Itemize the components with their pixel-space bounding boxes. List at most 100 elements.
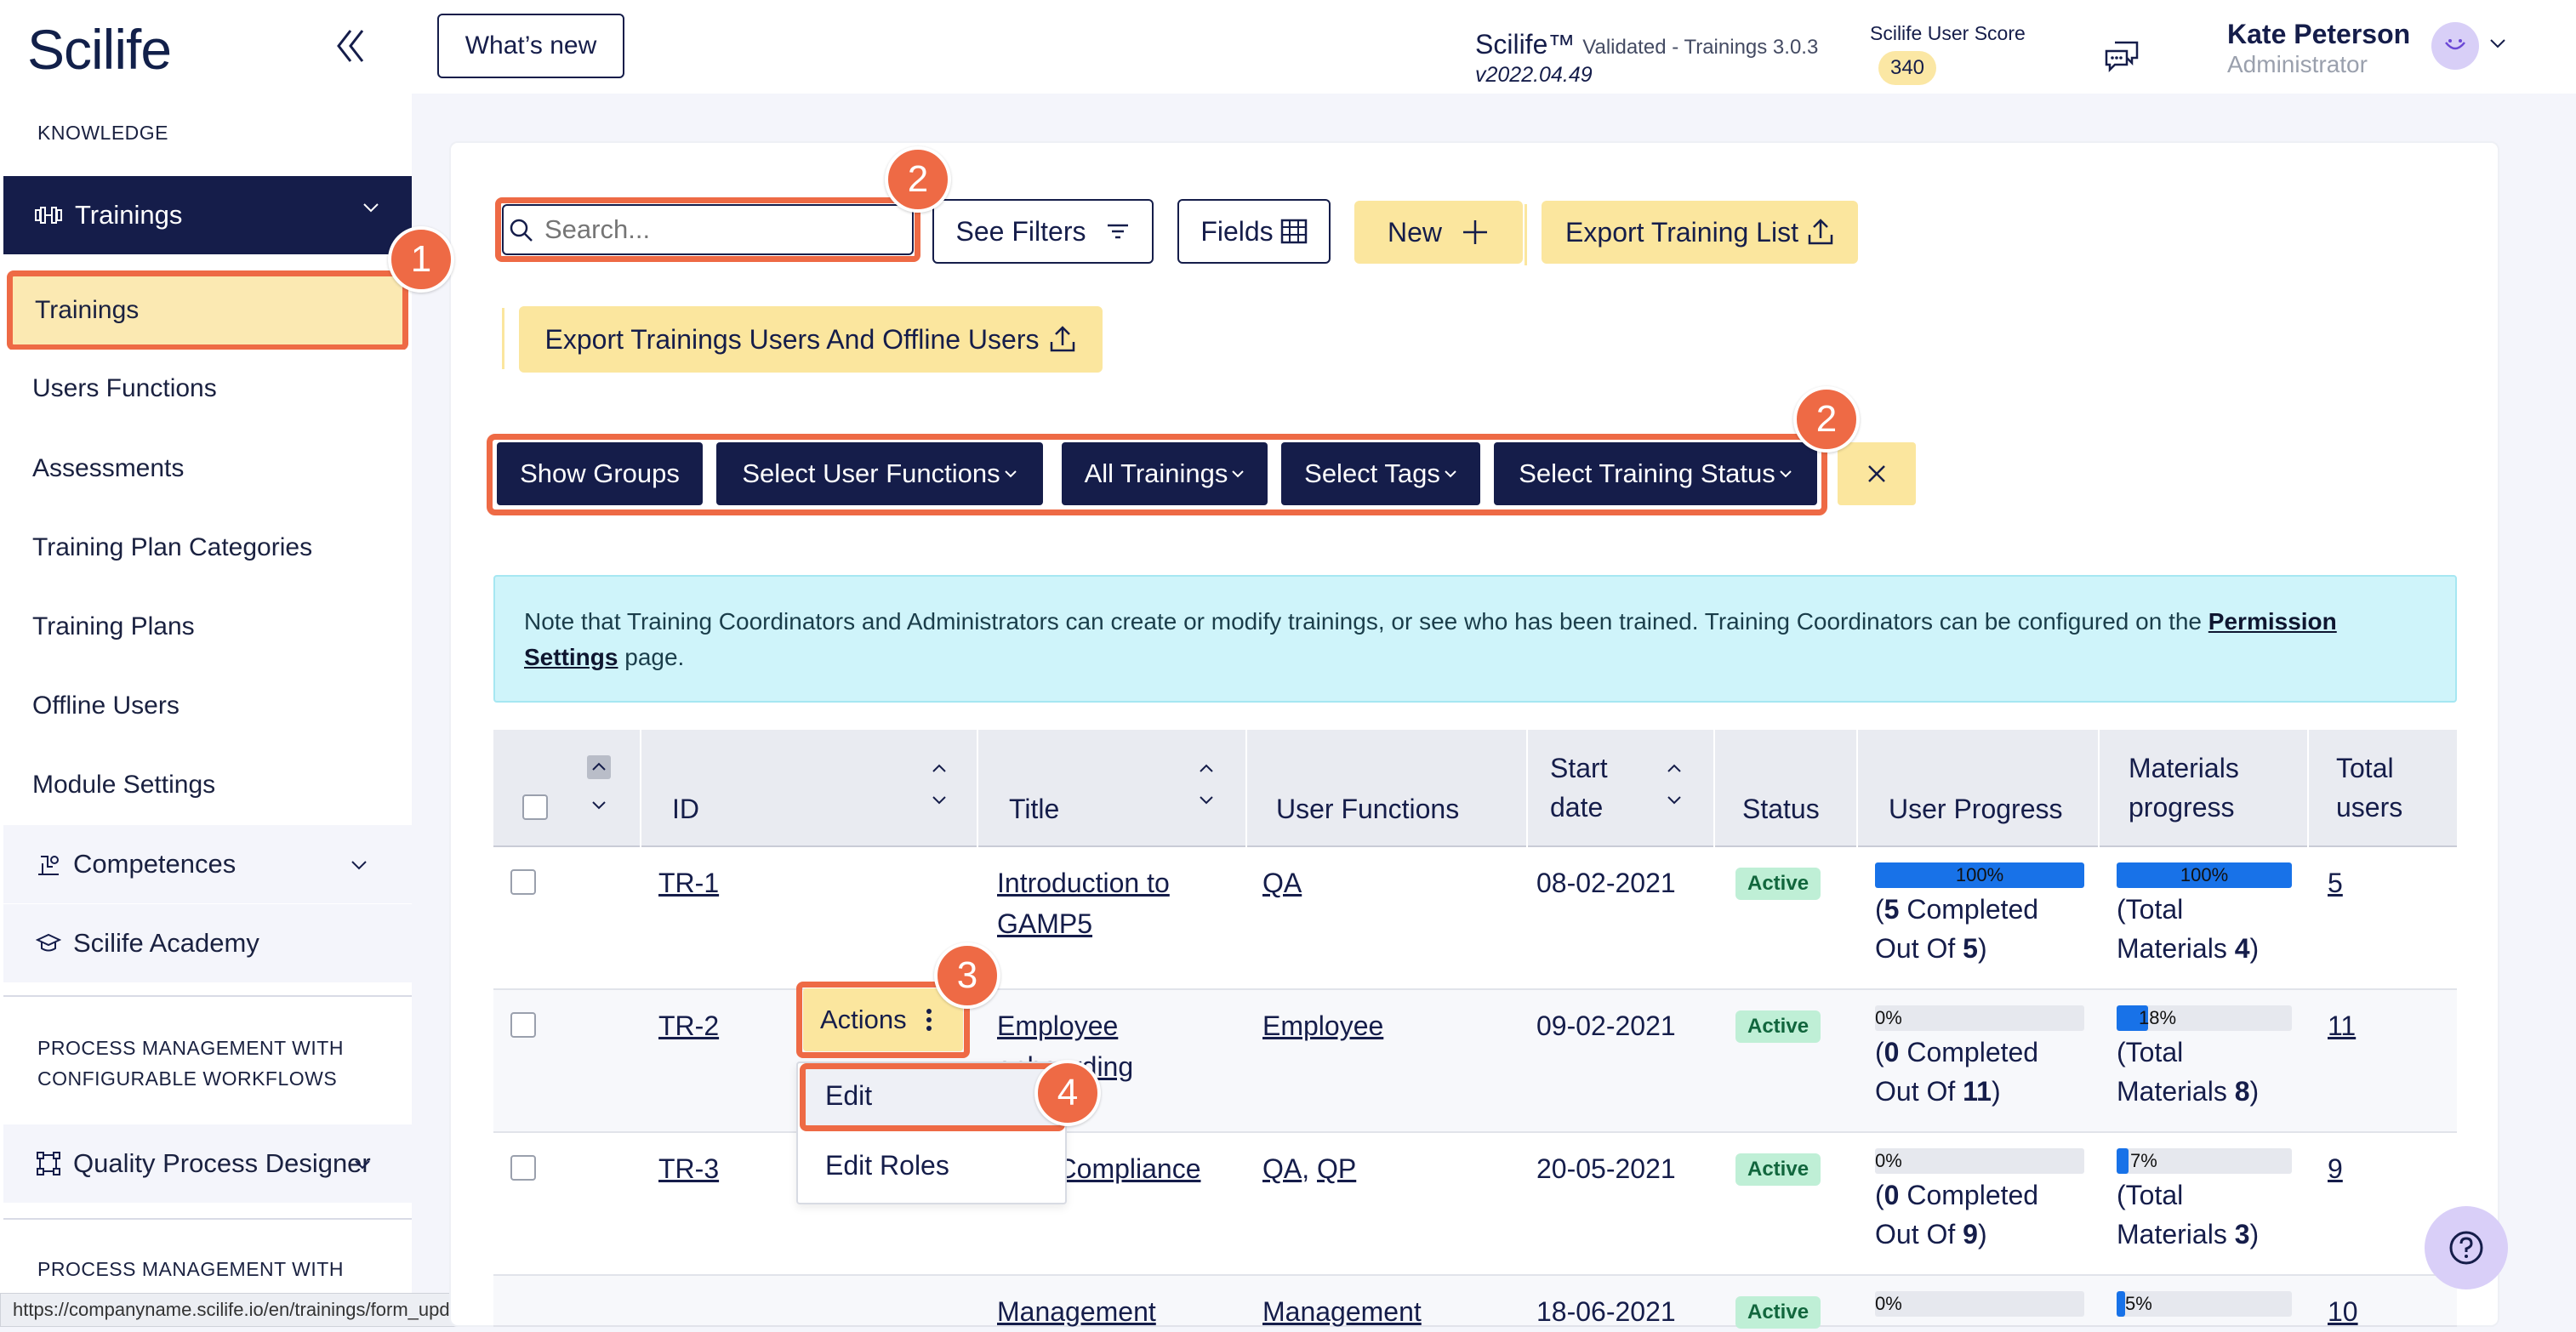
user-progress-bar: 0% xyxy=(1875,1148,2084,1174)
progress-line: (0 Completed xyxy=(1875,1180,2039,1210)
training-title-link[interactable]: Introduction to GAMP5 xyxy=(997,862,1170,944)
help-button[interactable] xyxy=(2425,1206,2508,1289)
sidebar-item-training-plans[interactable]: Training Plans xyxy=(3,588,412,666)
sidebar-item-users-functions[interactable]: Users Functions xyxy=(3,350,412,428)
select-user-functions-dropdown[interactable]: Select User Functions xyxy=(716,442,1043,505)
column-header-status[interactable]: Status xyxy=(1742,789,1820,828)
user-function-link[interactable]: QA xyxy=(1262,862,1302,903)
materials-word: Materials xyxy=(2117,933,2227,964)
select-tags-dropdown[interactable]: Select Tags xyxy=(1281,442,1480,505)
whats-new-button[interactable]: What’s new xyxy=(437,14,624,78)
fields-button[interactable]: Fields xyxy=(1177,199,1331,264)
edit-menu-item[interactable]: Edit xyxy=(825,1080,872,1112)
select-all-checkbox[interactable] xyxy=(522,794,548,820)
column-header-start-date[interactable]: Start date xyxy=(1550,749,1608,827)
chat-icon[interactable] xyxy=(2103,39,2140,77)
row-checkbox[interactable] xyxy=(510,1012,536,1038)
sort-up-icon[interactable] xyxy=(1198,762,1215,774)
sidebar-group-scilife-academy[interactable]: Scilife Academy xyxy=(3,904,412,982)
question-icon xyxy=(2449,1231,2483,1265)
total-users-link[interactable]: 9 xyxy=(2328,1148,2343,1189)
sidebar-item-trainings[interactable]: Trainings xyxy=(7,270,408,350)
permission-link[interactable]: Permission xyxy=(2208,608,2337,635)
status-badge: Active xyxy=(1735,868,1821,900)
sort-down-icon[interactable] xyxy=(590,800,607,811)
total-users-link[interactable]: 5 xyxy=(2328,862,2343,903)
search-input[interactable] xyxy=(502,204,914,255)
collapse-sidebar-icon[interactable] xyxy=(325,22,376,70)
sidebar-group-label: Competences xyxy=(73,849,237,879)
sidebar-item-training-plan-categories[interactable]: Training Plan Categories xyxy=(3,509,412,587)
show-groups-button[interactable]: Show Groups xyxy=(497,442,703,505)
column-separator xyxy=(640,730,641,847)
settings-link[interactable]: Settings xyxy=(524,644,618,670)
avatar[interactable] xyxy=(2431,22,2479,70)
sidebar-item-label: Training Plan Categories xyxy=(32,533,313,561)
materials-progress-text: (Total Materials 8) xyxy=(2117,1033,2259,1111)
user-functions-list: QA, QP xyxy=(1262,1153,1357,1184)
start-date: 08-02-2021 xyxy=(1536,868,1676,898)
product-detail: Validated - Trainings 3.0.3 xyxy=(1582,36,1819,59)
sort-up-icon[interactable] xyxy=(931,762,948,774)
section-line-2: CONFIGURABLE WORKFLOWS xyxy=(37,1067,338,1090)
scilife-logo[interactable]: Scilife xyxy=(27,17,172,82)
sidebar-group-label: Quality Process Designer xyxy=(73,1148,371,1178)
column-header-user-progress[interactable]: User Progress xyxy=(1889,789,2063,828)
edit-roles-menu-item[interactable]: Edit Roles xyxy=(825,1150,949,1181)
total-users-link[interactable]: 10 xyxy=(2328,1291,2358,1332)
column-header-title[interactable]: Title xyxy=(1009,789,1059,828)
progress-line: Out Of 5) xyxy=(1875,933,1987,964)
sidebar-item-offline-users[interactable]: Offline Users xyxy=(3,667,412,745)
competences-icon xyxy=(38,856,59,875)
chevron-down-icon xyxy=(351,861,367,870)
see-filters-button[interactable]: See Filters xyxy=(932,199,1154,264)
column-separator xyxy=(1526,730,1528,847)
header-line: date xyxy=(1550,792,1604,823)
training-id-link[interactable]: TR-3 xyxy=(658,1148,719,1189)
sidebar-group-quality-process-designer[interactable]: Quality Process Designer xyxy=(3,1124,412,1203)
toolbar-separator xyxy=(502,308,504,369)
sort-down-icon[interactable] xyxy=(931,794,948,806)
column-header-user-functions[interactable]: User Functions xyxy=(1276,789,1459,828)
row-checkbox[interactable] xyxy=(510,869,536,895)
user-function-link[interactable]: Management xyxy=(1262,1291,1422,1332)
sidebar-divider xyxy=(3,995,412,997)
training-id-link[interactable]: TR-2 xyxy=(658,1005,719,1046)
column-header-total-users[interactable]: Total users xyxy=(2336,749,2402,827)
upload-icon xyxy=(1051,326,1075,352)
export-training-list-button[interactable]: Export Training List xyxy=(1542,201,1858,264)
progress-label: 0% xyxy=(1875,1150,1902,1171)
total-users-link[interactable]: 11 xyxy=(2328,1005,2356,1046)
progress-line: Materials 3) xyxy=(2117,1219,2260,1249)
all-trainings-dropdown[interactable]: All Trainings xyxy=(1062,442,1268,505)
chevron-down-icon[interactable] xyxy=(2489,37,2506,49)
training-title-link[interactable]: Management xyxy=(997,1291,1156,1332)
column-header-id[interactable]: ID xyxy=(672,789,699,828)
select-training-status-dropdown[interactable]: Select Training Status xyxy=(1494,442,1817,505)
user-function-link[interactable]: QP xyxy=(1317,1153,1356,1184)
user-function-link[interactable]: QA xyxy=(1262,1153,1302,1184)
new-button[interactable]: New xyxy=(1354,201,1523,264)
user-progress-bar: 0% xyxy=(1875,1291,2084,1317)
user-progress-text: (5 Completed Out Of 5) xyxy=(1875,890,2038,968)
sort-down-icon[interactable] xyxy=(1198,794,1215,806)
user-function-link[interactable]: Employee xyxy=(1262,1005,1383,1046)
sidebar-group-competences[interactable]: Competences xyxy=(3,825,412,903)
export-users-button[interactable]: Export Trainings Users And Offline Users xyxy=(519,306,1103,373)
column-separator xyxy=(2098,730,2100,847)
training-id-link[interactable]: TR-1 xyxy=(658,862,719,903)
sort-down-icon[interactable] xyxy=(1666,794,1683,806)
section-process-management: PROCESS MANAGEMENT WITH CONFIGURABLE WOR… xyxy=(37,1033,344,1094)
sidebar-group-trainings[interactable]: Trainings xyxy=(3,176,412,254)
actions-button[interactable]: Actions xyxy=(803,988,963,1051)
start-date: 18-06-2021 xyxy=(1536,1296,1676,1327)
sidebar-item-module-settings[interactable]: Module Settings xyxy=(3,746,412,824)
row-checkbox[interactable] xyxy=(510,1155,536,1181)
sort-up-icon[interactable] xyxy=(587,755,611,779)
sidebar-item-assessments[interactable]: Assessments xyxy=(3,430,412,508)
user-name[interactable]: Kate Peterson xyxy=(2227,19,2410,50)
sort-up-icon[interactable] xyxy=(1666,762,1683,774)
progress-label: 5% xyxy=(2125,1293,2152,1314)
column-header-materials-progress[interactable]: Materials progress xyxy=(2129,749,2239,827)
clear-filters-button[interactable] xyxy=(1838,442,1916,505)
